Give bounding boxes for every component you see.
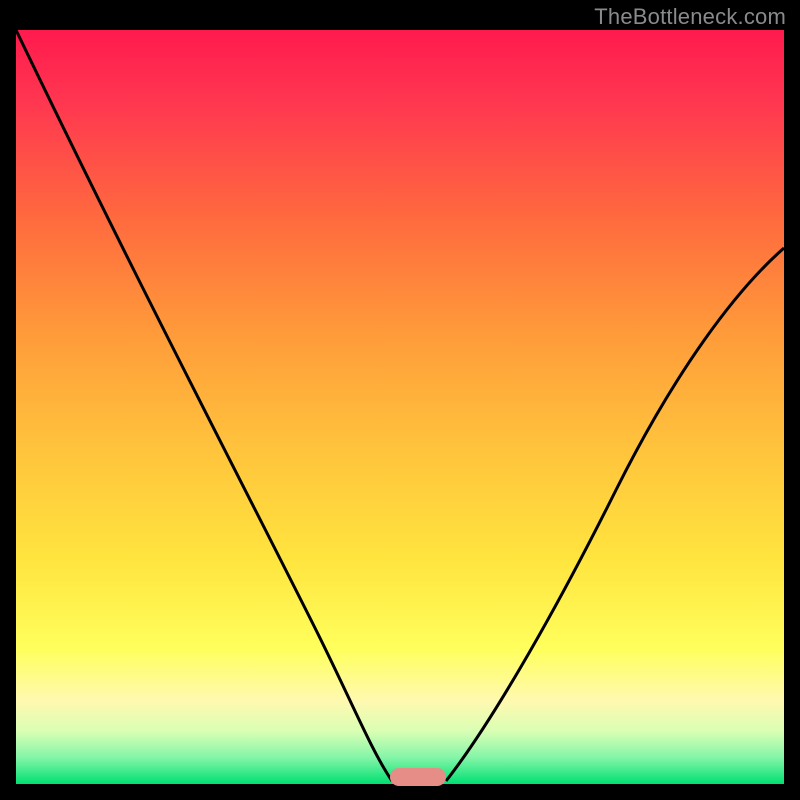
- optimal-marker: [390, 768, 446, 786]
- bottleneck-curve: [16, 30, 784, 784]
- plot-area: [16, 30, 784, 784]
- curve-left-branch: [16, 30, 392, 781]
- curve-right-branch: [446, 248, 784, 781]
- attribution-label: TheBottleneck.com: [594, 4, 786, 30]
- chart-container: TheBottleneck.com: [0, 0, 800, 800]
